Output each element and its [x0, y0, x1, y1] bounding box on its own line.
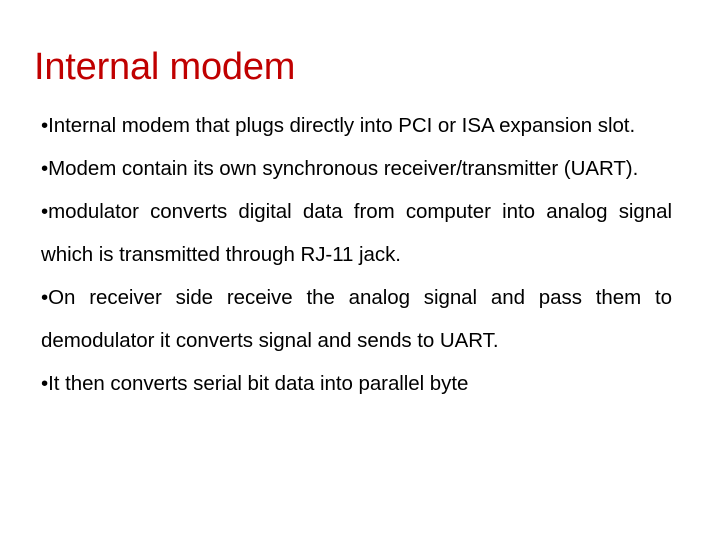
list-item: •On receiver side receive the analog sig…	[41, 276, 672, 362]
list-item: •modulator converts digital data from co…	[41, 190, 672, 276]
list-item-text: Internal modem that plugs directly into …	[48, 114, 636, 137]
slide-canvas: Internal modem •Internal modem that plug…	[0, 0, 720, 540]
page-title: Internal modem	[34, 46, 296, 88]
list-item-text: On receiver side receive the analog sign…	[41, 286, 672, 352]
list-item: •It then converts serial bit data into p…	[41, 362, 672, 405]
list-item-text: It then converts serial bit data into pa…	[48, 372, 469, 395]
list-item-text: Modem contain its own synchronous receiv…	[48, 157, 639, 180]
bullet-list: •Internal modem that plugs directly into…	[41, 104, 672, 405]
list-item: •Modem contain its own synchronous recei…	[41, 147, 672, 190]
list-item-text: modulator converts digital data from com…	[41, 200, 672, 266]
list-item: •Internal modem that plugs directly into…	[41, 104, 672, 147]
